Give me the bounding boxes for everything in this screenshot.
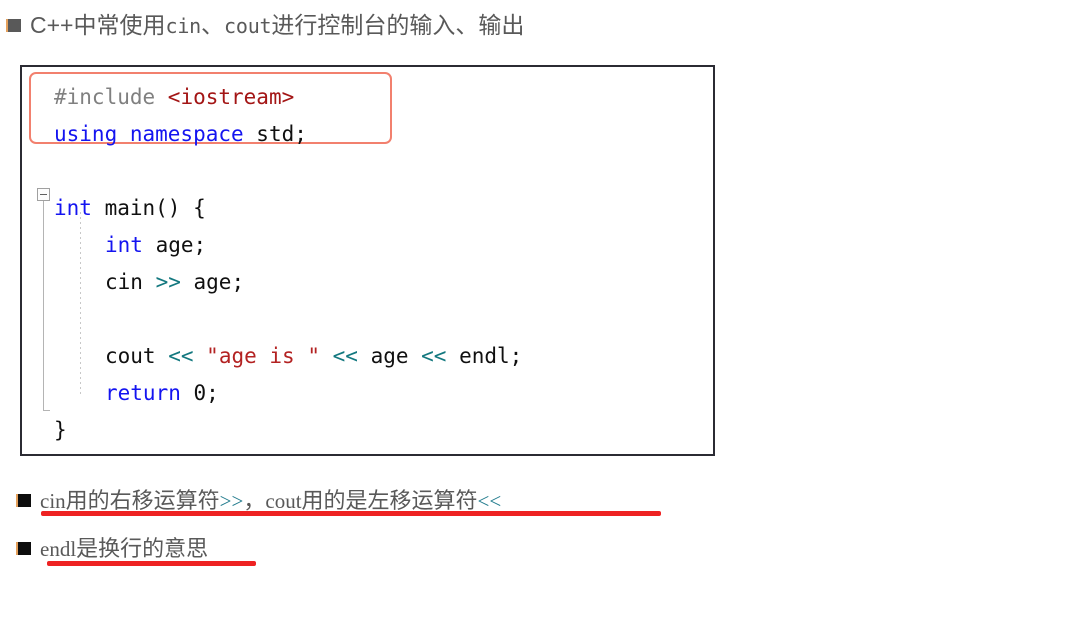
code-token-plain: age; <box>180 270 245 294</box>
code-token-num: 0; <box>193 381 219 405</box>
code-token-plain: cin <box>105 270 156 294</box>
red-underline-endl <box>47 561 256 566</box>
text-run-cjk: C++中常使用 <box>30 12 166 38</box>
code-token-plain: endl; <box>446 344 523 368</box>
code-token-kw: using namespace <box>54 122 257 146</box>
code-lines-container: #include <iostream> using namespace std; i… <box>22 67 713 454</box>
text-run-mono: endl <box>40 537 77 561</box>
code-block: #include <iostream> using namespace std; i… <box>20 65 715 456</box>
text-run-op: << <box>477 489 502 513</box>
code-line: using namespace std; <box>54 116 307 153</box>
code-fold-guide-line <box>43 201 50 411</box>
code-line: return 0; <box>105 375 219 412</box>
code-line: #include <iostream> <box>54 79 294 116</box>
red-underline-operators <box>41 511 661 516</box>
text-run-op: >> <box>219 489 244 513</box>
text-run-cjk: 用的是左移运算符 <box>301 488 478 513</box>
square-bullet-icon <box>16 542 31 555</box>
text-run-cjk: 是换行的意思 <box>76 536 209 561</box>
code-token-op: << <box>332 344 358 368</box>
code-indent-guide <box>80 212 81 397</box>
code-token-plain: main() { <box>91 196 206 220</box>
code-fold-collapse-icon[interactable] <box>37 188 50 201</box>
code-line: cin >> age; <box>105 264 244 301</box>
text-run-cjk: ， <box>243 488 266 513</box>
code-line: int age; <box>105 227 206 264</box>
code-token-type: int <box>105 233 143 257</box>
square-bullet-icon <box>6 19 21 32</box>
code-token-plain: cout <box>105 344 169 368</box>
bullet-item-endl: endl是换行的意思 <box>16 531 208 563</box>
code-token-op: << <box>168 344 194 368</box>
square-bullet-icon <box>16 494 31 507</box>
code-line: } <box>54 412 67 449</box>
text-run-mono: cout <box>265 489 302 513</box>
code-token-plain: age <box>357 344 422 368</box>
bullet-item-intro: C++中常使用cin、cout进行控制台的输入、输出 <box>6 6 524 40</box>
code-token-pre: #include <box>54 85 168 109</box>
code-token-plain: std; <box>256 122 307 146</box>
text-run-cjk: 用的右移运算符 <box>65 488 220 513</box>
code-token-hdr: <iostream> <box>167 85 295 109</box>
code-token-op: << <box>421 344 447 368</box>
text-run-cjk: 、 <box>201 12 225 38</box>
code-token-str: "age is " <box>206 344 320 368</box>
code-token-op: >> <box>155 270 181 294</box>
text-run-mono: cin <box>165 14 202 38</box>
code-line: cout << "age is " << age << endl; <box>105 338 522 375</box>
text-run-mono: cin <box>40 489 66 513</box>
code-token-plain: age; <box>142 233 207 257</box>
bullet-item-endl-label: endl是换行的意思 <box>40 531 208 563</box>
text-run-cjk: 进行控制台的输入、输出 <box>271 12 525 38</box>
code-line: int main() { <box>54 190 206 227</box>
bullet-item-intro-label: C++中常使用cin、cout进行控制台的输入、输出 <box>30 6 524 40</box>
code-token-plain: } <box>54 418 67 442</box>
code-token-kw: return <box>105 381 181 405</box>
code-token-type: int <box>54 196 92 220</box>
text-run-mono: cout <box>224 14 272 38</box>
